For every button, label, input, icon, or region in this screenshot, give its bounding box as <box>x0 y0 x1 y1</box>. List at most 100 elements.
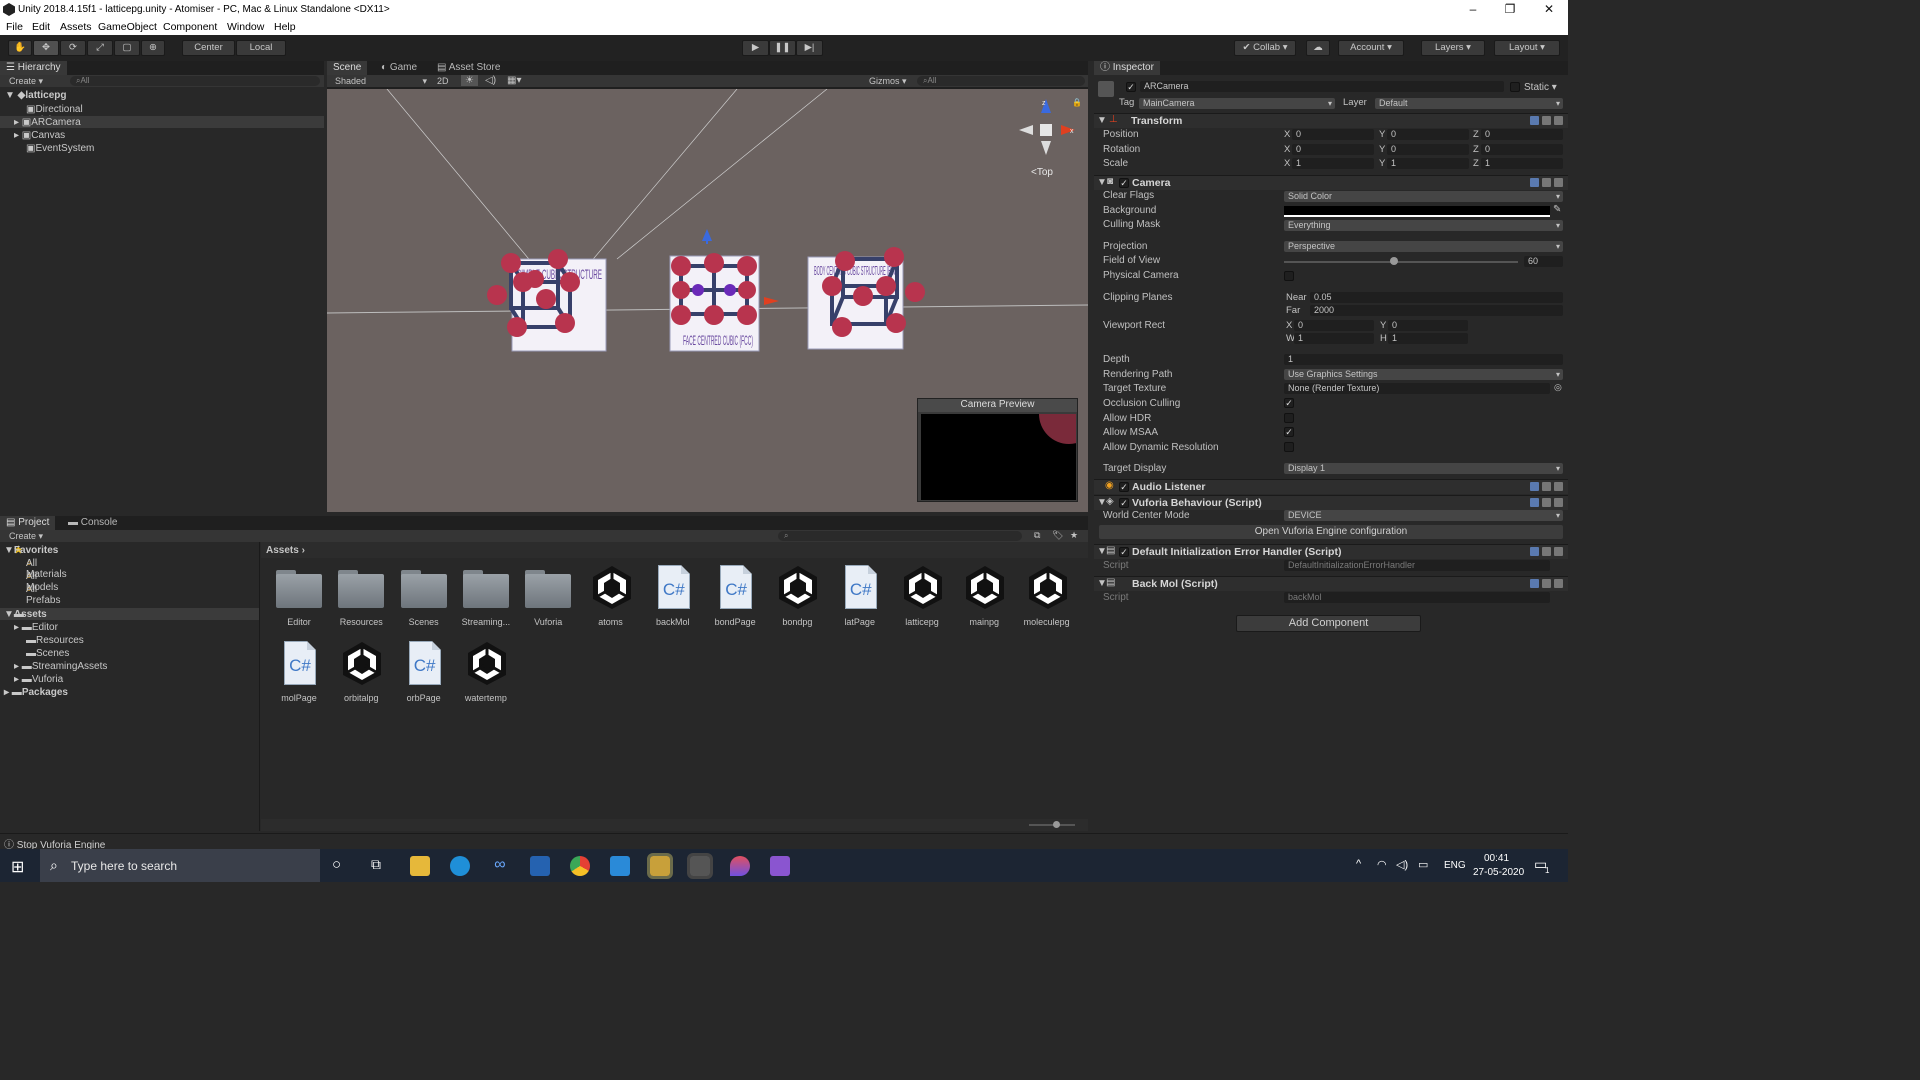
component-menu-icons[interactable] <box>1527 116 1565 126</box>
projection-dropdown[interactable]: Perspective <box>1284 241 1563 252</box>
move-gizmo-x-arrow[interactable] <box>764 297 779 305</box>
tag-dropdown[interactable]: MainCamera <box>1139 98 1335 109</box>
gizmo-lock-icon[interactable]: 🔒 <box>1072 98 1082 107</box>
transform-tool-icon[interactable]: ⊕ <box>141 40 165 56</box>
hierarchy-item[interactable]: ▣ Directional Light <box>26 104 83 126</box>
pivot-local-button[interactable]: Local <box>236 40 286 56</box>
transform-z-field[interactable]: 0 <box>1481 144 1563 155</box>
asset-folder-node[interactable]: ▸ ▬ Vuforia <box>14 674 63 685</box>
viewport-h-field[interactable]: 1 <box>1388 333 1468 344</box>
layout-dropdown[interactable]: Layout ▾ <box>1494 40 1560 56</box>
restore-icon[interactable]: ❐ <box>1492 0 1528 20</box>
asset-folder-node[interactable]: ▬ Resources <box>26 635 84 646</box>
tab-console[interactable]: ▬ Console <box>62 516 123 530</box>
scene-orientation-gizmo[interactable]: z x 🔒 <box>1019 98 1082 155</box>
move-gizmo-y-arrow[interactable] <box>702 229 712 241</box>
default-init-handler-header[interactable]: ▼ ▤ ✓ Default Initialization Error Handl… <box>1094 544 1568 559</box>
depth-field[interactable]: 1 <box>1284 354 1563 365</box>
transform-component-header[interactable]: ▼ ⊥ Transform <box>1094 113 1568 128</box>
clock-date[interactable]: 27-05-2020 <box>1473 867 1524 878</box>
component-menu-icons[interactable] <box>1527 579 1565 589</box>
world-center-mode-dropdown[interactable]: DEVICE <box>1284 510 1563 521</box>
filter-label-icon[interactable]: 🏷 <box>1052 530 1063 541</box>
asset-item[interactable]: Vuforia <box>518 562 578 628</box>
cloud-icon[interactable]: ☁ <box>1306 40 1330 56</box>
vscode-icon[interactable] <box>610 856 630 876</box>
powershell-icon[interactable] <box>530 856 550 876</box>
backmol-header[interactable]: ▼ ▤ Back Mol (Script) <box>1094 576 1568 591</box>
camera-enabled-checkbox[interactable]: ✓ <box>1119 178 1129 188</box>
minimize-icon[interactable]: – <box>1455 0 1491 20</box>
layer-dropdown[interactable]: Default <box>1375 98 1563 109</box>
far-field[interactable]: 2000 <box>1310 305 1563 316</box>
component-menu-icons[interactable] <box>1527 547 1565 557</box>
pivot-center-button[interactable]: Center <box>182 40 235 56</box>
occlusion-checkbox[interactable]: ✓ <box>1284 398 1294 408</box>
background-color-swatch[interactable] <box>1284 206 1550 217</box>
taskbar-search-box[interactable]: ⌕ Type here to search <box>40 849 320 882</box>
viewport-y-field[interactable]: 0 <box>1388 320 1468 331</box>
static-checkbox[interactable] <box>1510 82 1520 92</box>
component-menu-icons[interactable] <box>1527 498 1565 508</box>
tab-asset-store[interactable]: ▤ Asset Store <box>431 61 506 75</box>
transform-y-field[interactable]: 0 <box>1387 129 1469 140</box>
asset-folder-node[interactable]: ▸ ▬ StreamingAssets <box>14 661 107 672</box>
tab-inspector[interactable]: ⓘ Inspector <box>1094 61 1160 75</box>
favorites-node[interactable]: ▼ ★ Favorites <box>4 545 58 556</box>
hierarchy-create-button[interactable]: Create ▾ <box>9 76 43 87</box>
asset-item[interactable]: orbitalpg <box>331 638 391 704</box>
near-field[interactable]: 0.05 <box>1310 292 1563 303</box>
audio-icon[interactable]: ◁) <box>485 75 496 86</box>
hierarchy-item[interactable]: ▸ ▣ ARCamera <box>14 117 81 128</box>
fcc-card[interactable]: FACE CENTRED CUBIC (FCC) <box>669 229 779 352</box>
asset-folder-node[interactable]: ▸ ▬ Editor <box>14 622 58 633</box>
wifi-icon[interactable]: ◠ <box>1377 858 1387 871</box>
asset-folder-node[interactable]: ▬ Scenes <box>26 648 69 659</box>
camera-component-header[interactable]: ▼ ◙ ✓ Camera <box>1094 175 1568 190</box>
scene-search-input[interactable]: ⌕All <box>917 76 1085 86</box>
asset-item[interactable]: moleculepg <box>1017 562 1077 628</box>
clear-flags-dropdown[interactable]: Solid Color <box>1284 191 1563 202</box>
close-icon[interactable]: ✕ <box>1531 0 1567 20</box>
hand-tool-icon[interactable]: ✋ <box>8 40 32 56</box>
filter-type-icon[interactable]: ⧉ <box>1034 530 1040 541</box>
target-texture-field[interactable]: None (Render Texture) <box>1284 383 1550 394</box>
vuforia-behaviour-header[interactable]: ▼ ◈ ✓ Vuforia Behaviour (Script) <box>1094 495 1568 510</box>
asset-item[interactable]: C# molPage <box>269 638 329 704</box>
menu-file[interactable]: File <box>6 21 23 33</box>
language-indicator[interactable]: ENG <box>1444 860 1466 871</box>
component-menu-icons[interactable] <box>1527 482 1565 492</box>
hierarchy-search-input[interactable]: ⌕All <box>70 76 320 86</box>
pause-button[interactable]: ❚❚ <box>769 40 796 56</box>
tab-game[interactable]: ◐ Game <box>375 61 423 75</box>
tab-project[interactable]: ▤ Project <box>0 516 56 530</box>
dynamic-resolution-checkbox[interactable] <box>1284 442 1294 452</box>
transform-x-field[interactable]: 0 <box>1292 144 1374 155</box>
volume-icon[interactable]: ◁) <box>1396 858 1408 871</box>
transform-z-field[interactable]: 0 <box>1481 129 1563 140</box>
vuforia-enabled-checkbox[interactable]: ✓ <box>1119 498 1129 508</box>
menu-assets[interactable]: Assets <box>60 21 92 33</box>
fov-slider-track[interactable] <box>1284 261 1518 263</box>
simple-cubic-card[interactable]: SIMPLE CUBIC STRUCTURE <box>487 249 607 352</box>
default-init-handler-checkbox[interactable]: ✓ <box>1119 547 1129 557</box>
project-search-input[interactable]: ⌕ <box>778 531 1022 541</box>
hierarchy-scene-root[interactable]: ▼ ◆ latticepg <box>5 90 67 101</box>
viewport-w-field[interactable]: 1 <box>1294 333 1374 344</box>
project-create-button[interactable]: Create ▾ <box>9 531 43 542</box>
asset-item[interactable]: Editor <box>269 562 329 628</box>
asset-item[interactable]: watertemp <box>456 638 516 704</box>
asset-item[interactable]: C# bondPage <box>705 562 765 628</box>
fov-slider-handle[interactable] <box>1389 257 1398 265</box>
rendering-path-dropdown[interactable]: Use Graphics Settings <box>1284 369 1563 380</box>
asset-item[interactable]: C# latPage <box>830 562 890 628</box>
transform-y-field[interactable]: 1 <box>1387 158 1469 169</box>
menu-gameobject[interactable]: GameObject <box>98 21 157 33</box>
play-button[interactable]: ▶ <box>742 40 769 56</box>
asset-item[interactable]: Scenes <box>394 562 454 628</box>
asset-item[interactable]: bondpg <box>767 562 827 628</box>
bcc-card[interactable]: BODY CENTRED CUBIC STRUCTURE (BCC) <box>807 247 925 350</box>
tab-scene[interactable]: Scene <box>327 61 368 75</box>
keyboard-icon[interactable]: ▭ <box>1418 858 1428 871</box>
file-explorer-icon[interactable] <box>410 856 430 876</box>
